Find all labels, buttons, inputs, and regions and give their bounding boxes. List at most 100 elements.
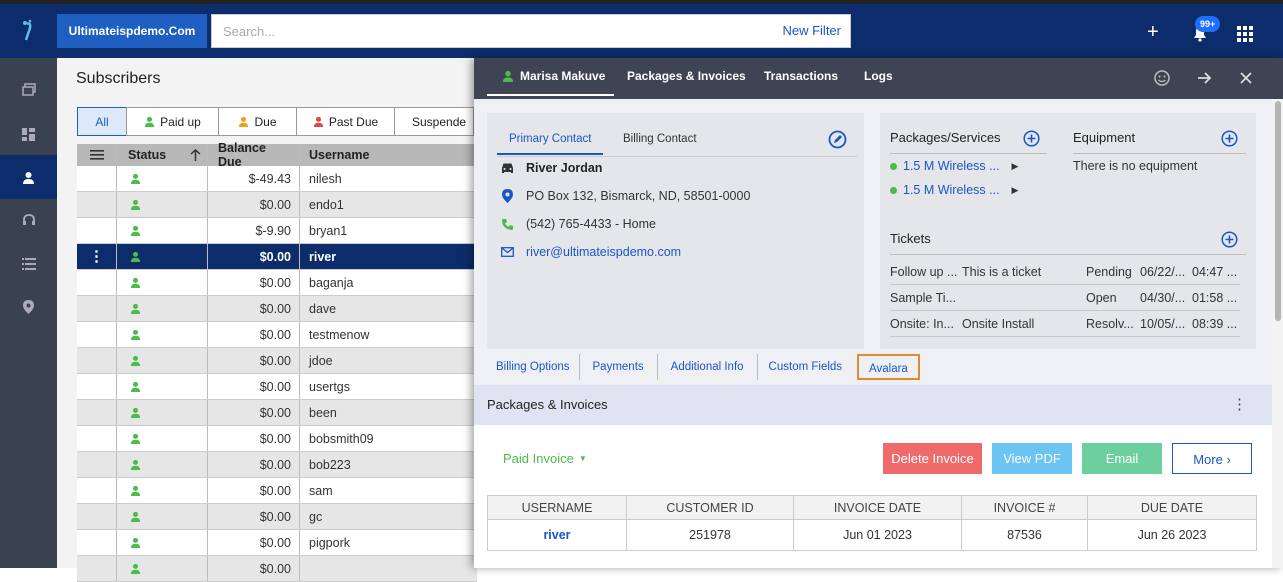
row-menu-cell[interactable] [77,218,117,243]
table-row[interactable]: $0.00 testmenow [77,322,477,348]
smiley-icon[interactable] [1153,69,1171,87]
table-row[interactable]: $0.00 bobsmith09 [77,426,477,452]
username-cell[interactable]: sam [300,478,477,503]
username-cell[interactable]: bob223 [300,452,477,477]
filter-all[interactable]: All [77,107,127,136]
arrow-right-icon[interactable] [1195,69,1213,87]
tab-packages-invoices[interactable]: Packages & Invoices [627,58,746,96]
username-cell[interactable]: gc [300,504,477,529]
email-button[interactable]: Email [1082,443,1162,474]
header-username[interactable]: Username [300,144,477,166]
row-menu-cell[interactable] [77,192,117,217]
sidebar-item-list[interactable] [0,242,57,286]
sidebar-item-dashboard[interactable] [0,112,57,156]
ticket-row[interactable]: Follow up ... This is a ticket Pending 06/2… [890,259,1240,285]
username-cell[interactable]: dave [300,296,477,321]
row-menu-cell[interactable] [77,556,117,581]
add-icon[interactable]: + [1147,22,1159,42]
tab-billing-contact[interactable]: Billing Contact [623,133,697,155]
row-menu-cell[interactable] [77,530,117,555]
header-balance[interactable]: Balance Due [208,141,300,169]
tab-subscriber[interactable]: Marisa Makuve [487,58,614,96]
filter-past-due[interactable]: Past Due [296,107,395,136]
username-cell[interactable]: bryan1 [300,218,477,243]
row-menu-cell[interactable] [77,504,117,529]
scrollbar-thumb[interactable] [1275,101,1281,321]
more-button[interactable]: More › [1172,443,1252,474]
username-cell[interactable]: pigpork [300,530,477,555]
username-cell[interactable]: jdoe [300,348,477,373]
table-row[interactable]: $0.00 gc [77,504,477,530]
username-cell[interactable]: bobsmith09 [300,426,477,451]
row-menu-cell[interactable] [77,296,117,321]
scrollbar[interactable] [1272,99,1283,568]
column-menu[interactable] [77,144,117,166]
username-cell[interactable]: testmenow [300,322,477,347]
sidebar-item-support[interactable] [0,198,57,242]
filter-due[interactable]: Due [218,107,297,136]
username-cell[interactable]: baganja [300,270,477,295]
table-row[interactable]: river 251978 Jun 01 2023 87536 Jun 26 20… [487,519,1257,551]
ticket-row[interactable]: Sample Ti... Open 04/30/... 01:58 ... [890,285,1240,311]
tab-custom-fields[interactable]: Custom Fields [758,354,854,380]
contact-email-link[interactable]: river@ultimateispdemo.com [526,245,681,259]
table-row[interactable]: $0.00 bob223 [77,452,477,478]
table-row[interactable]: $0.00 usertgs [77,374,477,400]
domain-button[interactable]: Ultimateispdemo.Com [57,14,207,48]
new-filter-link[interactable]: New Filter [782,23,841,38]
add-package-icon[interactable] [1023,130,1040,147]
table-row[interactable]: $0.00 sam [77,478,477,504]
invoice-status-dropdown[interactable]: Paid Invoice ▼ [503,451,587,466]
ticket-row[interactable]: Onsite: In... Onsite Install Resolv... 10/0… [890,311,1240,337]
row-menu-cell[interactable] [77,452,117,477]
table-row[interactable]: $0.00 baganja [77,270,477,296]
username-cell[interactable] [300,556,477,581]
username-cell[interactable]: nilesh [300,166,477,191]
row-menu-cell[interactable] [77,270,117,295]
username-cell[interactable]: been [300,400,477,425]
tab-billing-options[interactable]: Billing Options [487,354,580,380]
tab-transactions[interactable]: Transactions [764,58,838,96]
package-item[interactable]: 1.5 M Wireless ... ▶ [890,159,1018,173]
tab-avalara[interactable]: Avalara [857,354,920,380]
more-vert-icon[interactable]: ⋮ [1232,397,1247,412]
logo-icon[interactable] [18,18,40,44]
search-input[interactable] [212,15,732,47]
username-cell[interactable]: usertgs [300,374,477,399]
row-menu-cell[interactable]: ⋮ [77,244,117,269]
tab-additional-info[interactable]: Additional Info [658,354,758,380]
delete-invoice-button[interactable]: Delete Invoice [883,443,982,474]
row-menu-cell[interactable] [77,478,117,503]
close-icon[interactable] [1237,69,1255,87]
table-row[interactable]: $0.00 pigpork [77,530,477,556]
table-row[interactable]: ⋮ $0.00 river [77,244,477,270]
row-menu-cell[interactable] [77,166,117,191]
table-row[interactable]: $0.00 endo1 [77,192,477,218]
tab-payments[interactable]: Payments [580,354,658,380]
invoice-username-link[interactable]: river [487,519,627,551]
table-row[interactable]: $0.00 [77,556,477,582]
username-cell[interactable]: river [300,244,477,269]
header-status[interactable]: Status [117,144,208,166]
add-ticket-icon[interactable] [1221,231,1238,248]
view-pdf-button[interactable]: View PDF [992,443,1072,474]
apps-grid-icon[interactable] [1237,26,1253,42]
edit-icon[interactable] [828,130,847,149]
filter-paid-up[interactable]: Paid up [126,107,219,136]
add-equipment-icon[interactable] [1221,130,1238,147]
tab-primary-contact[interactable]: Primary Contact [497,133,604,155]
row-menu-cell[interactable] [77,322,117,347]
sidebar-item-map[interactable] [0,285,57,329]
username-cell[interactable]: endo1 [300,192,477,217]
more-vert-icon[interactable]: ⋮ [89,249,104,264]
package-item[interactable]: 1.5 M Wireless ... ▶ [890,183,1018,197]
sidebar-item-subscribers[interactable] [0,155,57,199]
row-menu-cell[interactable] [77,348,117,373]
table-row[interactable]: $0.00 jdoe [77,348,477,374]
table-row[interactable]: $-49.43 nilesh [77,166,477,192]
row-menu-cell[interactable] [77,400,117,425]
sidebar-item-pages[interactable] [0,68,57,112]
table-row[interactable]: $0.00 been [77,400,477,426]
filter-suspended[interactable]: Suspende [394,107,474,136]
table-row[interactable]: $0.00 dave [77,296,477,322]
